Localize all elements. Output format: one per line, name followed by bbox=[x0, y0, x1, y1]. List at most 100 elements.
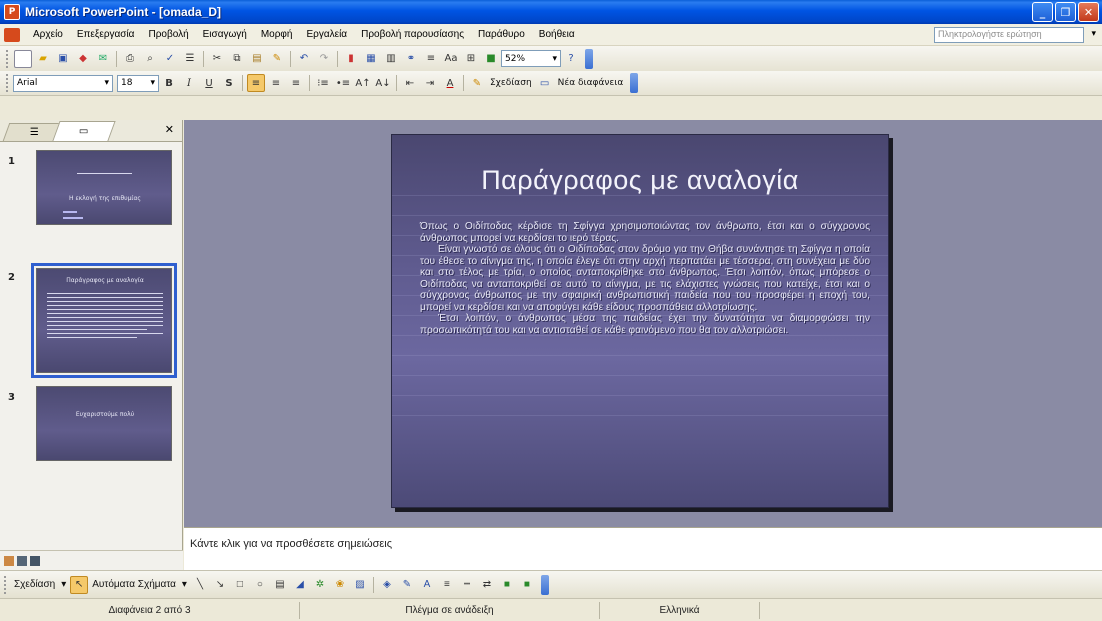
format-painter-icon[interactable]: ✎ bbox=[268, 50, 286, 68]
bullets-icon[interactable]: •≡ bbox=[334, 74, 352, 92]
color-grayscale-icon[interactable]: ■ bbox=[482, 50, 500, 68]
cut-icon[interactable]: ✂ bbox=[208, 50, 226, 68]
ask-dropdown-icon[interactable]: ▾ bbox=[1091, 28, 1096, 39]
print-preview-icon[interactable]: ⌕ bbox=[141, 50, 159, 68]
diagram-icon[interactable]: ✲ bbox=[311, 576, 329, 594]
toolbar-grip[interactable] bbox=[6, 49, 9, 68]
toolbar-grip[interactable] bbox=[4, 575, 7, 594]
design-icon[interactable]: ✎ bbox=[468, 74, 486, 92]
open-icon[interactable]: ▰ bbox=[34, 50, 52, 68]
picture-icon[interactable]: ▨ bbox=[351, 576, 369, 594]
decrease-font-icon[interactable]: A↓ bbox=[374, 74, 392, 92]
tables-borders-icon[interactable]: ▥ bbox=[382, 50, 400, 68]
restore-button[interactable]: ❐ bbox=[1055, 2, 1076, 22]
undo-icon[interactable]: ↶ bbox=[295, 50, 313, 68]
font-select[interactable]: Arial ▾ bbox=[13, 74, 113, 92]
new-slide-button[interactable]: Νέα διαφάνεια bbox=[558, 78, 624, 88]
insert-table-icon[interactable]: ▦ bbox=[362, 50, 380, 68]
show-formatting-icon[interactable]: Aa bbox=[442, 50, 460, 68]
numbering-icon[interactable]: ⁝≡ bbox=[314, 74, 332, 92]
notes-pane[interactable]: Κάντε κλικ για να προσθέσετε σημειώσεις bbox=[184, 527, 1102, 570]
permission-icon[interactable]: ◆ bbox=[74, 50, 92, 68]
expand-all-icon[interactable]: ≡ bbox=[422, 50, 440, 68]
new-slide-icon[interactable]: ▭ bbox=[536, 74, 554, 92]
clipart-icon[interactable]: ❀ bbox=[331, 576, 349, 594]
font-color-icon[interactable]: A bbox=[418, 576, 436, 594]
redo-icon[interactable]: ↷ bbox=[315, 50, 333, 68]
slide-title[interactable]: Παράγραφος με αναλογία bbox=[392, 165, 888, 196]
shadow-icon[interactable]: S bbox=[220, 74, 238, 92]
draw-menu-button[interactable]: Σχεδίαση bbox=[14, 579, 55, 590]
document-icon[interactable] bbox=[4, 27, 20, 42]
arrow-icon[interactable]: ↘ bbox=[211, 576, 229, 594]
copy-icon[interactable]: ⧉ bbox=[228, 50, 246, 68]
menu-help[interactable]: Βοήθεια bbox=[532, 29, 582, 40]
paste-icon[interactable]: ▤ bbox=[248, 50, 266, 68]
insert-chart-icon[interactable]: ▮ bbox=[342, 50, 360, 68]
save-icon[interactable]: ▣ bbox=[54, 50, 72, 68]
arrow-style-icon[interactable]: ⇄ bbox=[478, 576, 496, 594]
design-button[interactable]: Σχεδίαση bbox=[490, 78, 532, 88]
grid-icon[interactable]: ⊞ bbox=[462, 50, 480, 68]
slideshow-icon[interactable] bbox=[30, 555, 40, 566]
menu-tools[interactable]: Εργαλεία bbox=[299, 29, 354, 40]
shadow-style-icon[interactable]: ■ bbox=[498, 576, 516, 594]
menu-format[interactable]: Μορφή bbox=[254, 29, 300, 40]
slide-thumbnail-1[interactable]: Η εκλογή της επιθυμίας bbox=[36, 150, 172, 225]
increase-font-icon[interactable]: A↑ bbox=[354, 74, 372, 92]
toolbar-options-icon[interactable] bbox=[585, 48, 593, 69]
email-icon[interactable]: ✉ bbox=[94, 50, 112, 68]
bold-icon[interactable]: B bbox=[160, 74, 178, 92]
increase-indent-icon[interactable]: ⇥ bbox=[421, 74, 439, 92]
toolbar-options-icon[interactable] bbox=[630, 73, 639, 93]
help-icon[interactable]: ? bbox=[562, 50, 580, 68]
line-icon[interactable]: ╲ bbox=[191, 576, 209, 594]
menu-insert[interactable]: Εισαγωγή bbox=[196, 29, 254, 40]
new-icon[interactable] bbox=[14, 49, 32, 68]
underline-icon[interactable]: U bbox=[200, 74, 218, 92]
tab-slides[interactable]: ▭ bbox=[52, 121, 116, 141]
slide-thumbnail-2[interactable]: Παράγραφος με αναλογία bbox=[31, 263, 177, 378]
powerpoint-app-icon[interactable]: P bbox=[4, 4, 20, 20]
menu-window[interactable]: Παράθυρο bbox=[471, 29, 532, 40]
textbox-icon[interactable]: ▤ bbox=[271, 576, 289, 594]
close-panel-icon[interactable]: ✕ bbox=[165, 123, 174, 136]
align-right-icon[interactable]: ≡ bbox=[287, 74, 305, 92]
align-center-icon[interactable]: ≡ bbox=[267, 74, 285, 92]
rectangle-icon[interactable]: □ bbox=[231, 576, 249, 594]
oval-icon[interactable]: ○ bbox=[251, 576, 269, 594]
toolbar-options-icon[interactable] bbox=[540, 574, 549, 595]
chevron-down-icon: ▾ bbox=[181, 579, 187, 590]
toolbar-grip[interactable] bbox=[6, 74, 9, 92]
line-color-icon[interactable]: ✎ bbox=[398, 576, 416, 594]
3d-style-icon[interactable]: ■ bbox=[518, 576, 536, 594]
align-left-icon[interactable]: ≡ bbox=[247, 74, 265, 92]
decrease-indent-icon[interactable]: ⇤ bbox=[401, 74, 419, 92]
menu-view[interactable]: Προβολή bbox=[141, 29, 195, 40]
slide-sorter-icon[interactable] bbox=[17, 555, 27, 566]
print-icon[interactable]: ⎙ bbox=[121, 50, 139, 68]
current-slide[interactable]: Παράγραφος με αναλογία Όπως ο Οιδίποδας … bbox=[391, 134, 889, 508]
zoom-select[interactable]: 52% ▾ bbox=[501, 50, 561, 67]
menu-slideshow[interactable]: Προβολή παρουσίασης bbox=[354, 29, 471, 40]
close-button[interactable]: ✕ bbox=[1078, 2, 1099, 22]
select-objects-icon[interactable]: ↖ bbox=[70, 575, 89, 594]
fill-color-icon[interactable]: ◈ bbox=[378, 576, 396, 594]
minimize-button[interactable]: _ bbox=[1032, 2, 1053, 22]
font-size-select[interactable]: 18 ▾ bbox=[117, 74, 159, 92]
autoshapes-button[interactable]: Αυτόματα Σχήματα bbox=[92, 579, 176, 590]
italic-icon[interactable]: I bbox=[180, 74, 198, 92]
research-icon[interactable]: ☰ bbox=[181, 50, 199, 68]
slide-thumbnail-3[interactable]: Ευχαριστούμε πολύ bbox=[36, 386, 172, 461]
slide-body-text[interactable]: Όπως ο Οιδίποδας κέρδισε τη Σφίγγα χρησι… bbox=[420, 221, 870, 336]
line-style-icon[interactable]: ≡ bbox=[438, 576, 456, 594]
normal-view-icon[interactable] bbox=[4, 555, 14, 566]
dash-style-icon[interactable]: ┅ bbox=[458, 576, 476, 594]
font-color-icon[interactable]: A bbox=[441, 74, 459, 92]
wordart-icon[interactable]: ◢ bbox=[291, 576, 309, 594]
hyperlink-icon[interactable]: ⚭ bbox=[402, 50, 420, 68]
ask-question-input[interactable]: Πληκτρολογήστε ερώτηση bbox=[934, 27, 1084, 43]
menu-file[interactable]: Αρχείο bbox=[26, 29, 70, 40]
spelling-icon[interactable]: ✓ bbox=[161, 50, 179, 68]
menu-edit[interactable]: Επεξεργασία bbox=[70, 29, 142, 40]
